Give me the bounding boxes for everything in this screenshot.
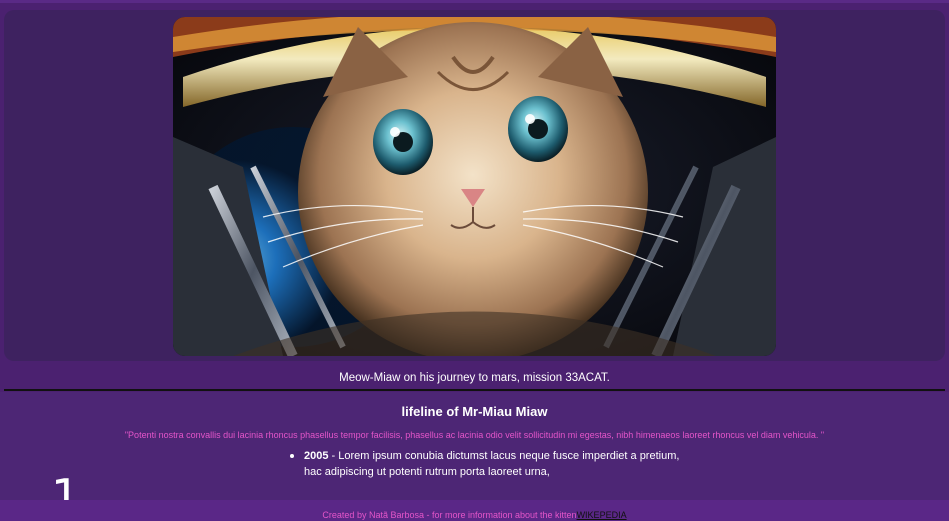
- section-divider: [4, 389, 945, 391]
- bullet-icon: [290, 454, 294, 458]
- astronaut-kitten-illustration: [173, 17, 776, 356]
- wikipedia-link[interactable]: WIKEPEDIA: [577, 510, 627, 520]
- hero-image: [173, 17, 776, 356]
- lifeline-title: lifeline of Mr-Miau Miaw: [401, 404, 548, 419]
- timeline-year: 2005: [304, 450, 329, 462]
- page: Meow-Miaw on his journey to mars, missio…: [0, 0, 949, 521]
- timeline-text-line-2: hac adipiscing ut potenti rutrum porta l…: [304, 466, 550, 478]
- lifeline-quote: "Potenti nostra convallis dui lacinia rh…: [124, 430, 825, 440]
- image-caption: Meow-Miaw on his journey to mars, missio…: [339, 372, 610, 384]
- footer-credit: Created by Natã Barbosa - for more infor…: [322, 510, 577, 520]
- lifeline-section: lifeline of Mr-Miau Miaw "Potenti nostra…: [0, 392, 949, 500]
- footer: Created by Natã Barbosa - for more infor…: [0, 500, 949, 521]
- timeline-item: 2005 - Lorem ipsum conubia dictumst lacu…: [290, 448, 679, 480]
- timeline-text-line-1: - Lorem ipsum conubia dictumst lacus neq…: [328, 450, 680, 462]
- timeline-list: 2005 - Lorem ipsum conubia dictumst lacu…: [290, 448, 679, 480]
